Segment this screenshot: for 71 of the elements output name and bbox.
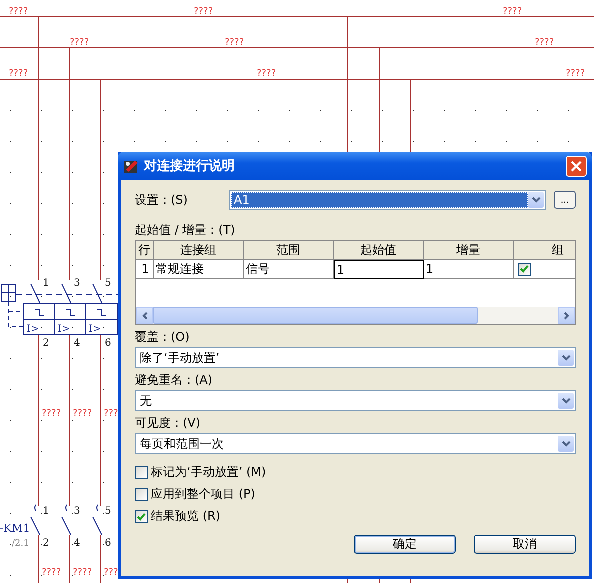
table-label: 起始值 / 增量：(T) xyxy=(135,222,236,238)
trip-label: I> xyxy=(58,324,70,335)
terminal-number: 5 xyxy=(105,506,112,517)
browse-button[interactable]: ... xyxy=(554,191,576,209)
checkbox-label: 应用到整个项目 (P) xyxy=(151,486,256,503)
dropdown[interactable]: 除了‘手动放置’ xyxy=(135,347,576,368)
device-tag: -KM1 xyxy=(0,522,30,535)
table-cell: 1 xyxy=(424,260,514,279)
app-icon xyxy=(123,158,139,174)
settings-dropdown[interactable]: A1 xyxy=(229,190,546,210)
dropdown-label: 避免重名：(A) xyxy=(135,372,214,388)
horizontal-scrollbar[interactable] xyxy=(136,307,575,324)
terminal-number: 4 xyxy=(74,538,80,549)
wire-label: ???? xyxy=(503,7,522,17)
dropdown-label: 覆盖：(O) xyxy=(135,329,191,345)
dialog-button[interactable]: 取消 xyxy=(474,535,576,554)
dropdown-label: 可见度：(V) xyxy=(135,415,202,431)
checkbox-label: 标记为‘手动放置’ (M) xyxy=(151,464,266,481)
checkbox[interactable] xyxy=(135,466,148,479)
column-header[interactable]: 起始值 xyxy=(334,241,424,260)
wire-label: ???? xyxy=(257,69,276,79)
wire-label: ???? xyxy=(225,38,244,48)
wire-label: ???? xyxy=(42,568,62,578)
checkbox-label: 结果预览 (R) xyxy=(151,508,221,525)
settings-label: 设置：(S) xyxy=(135,192,189,208)
close-icon xyxy=(571,160,582,172)
terminal-number: 1 xyxy=(43,278,50,289)
device-reference: /2.1 xyxy=(12,539,30,549)
wire-label: ???? xyxy=(73,568,92,578)
scrollbar-thumb[interactable] xyxy=(153,307,478,324)
wire-label: ???? xyxy=(9,69,28,79)
scroll-left-button[interactable] xyxy=(136,307,153,324)
terminal-number: 3 xyxy=(74,506,80,517)
terminal-number: 4 xyxy=(74,338,80,349)
wire-label: ??? xyxy=(104,568,118,578)
terminal-number: 2 xyxy=(43,538,50,549)
dropdown[interactable]: 无 xyxy=(135,390,576,411)
table-cell: 1 xyxy=(334,260,424,279)
window-title: 对连接进行说明 xyxy=(144,158,236,175)
trip-label: I> xyxy=(27,324,40,335)
scroll-right-button[interactable] xyxy=(558,307,575,324)
group-checkbox[interactable] xyxy=(518,262,531,276)
column-header[interactable]: 连接组 xyxy=(154,241,244,260)
column-header[interactable]: 增量 xyxy=(424,241,514,260)
checkbox[interactable] xyxy=(135,510,148,523)
close-button[interactable] xyxy=(566,156,587,176)
wire-label: ??? xyxy=(104,409,118,419)
terminal-number: 6 xyxy=(105,338,112,349)
checkbox[interactable] xyxy=(135,488,148,501)
table-cell: 1 xyxy=(136,260,154,279)
column-header[interactable]: 行 xyxy=(136,241,154,260)
table-cell: 信号 xyxy=(244,260,334,279)
wire-label: ???? xyxy=(535,38,554,48)
settings-value: A1 xyxy=(231,192,528,208)
terminal-number: 3 xyxy=(74,278,80,289)
wire-label: ???? xyxy=(566,69,586,79)
wire-label: ???? xyxy=(70,38,90,48)
terminal-number: 5 xyxy=(105,278,112,289)
wire-label: ???? xyxy=(9,7,28,17)
column-header[interactable]: 组 xyxy=(514,241,575,260)
terminal-number: 1 xyxy=(43,506,50,517)
terminal-number: 6 xyxy=(105,538,112,549)
trip-label: I> xyxy=(89,324,102,335)
wire-label: ???? xyxy=(194,7,214,17)
wire-label: ???? xyxy=(42,409,62,419)
table-cell: 常规连接 xyxy=(154,260,244,279)
dropdown[interactable]: 每页和范围一次 xyxy=(135,433,576,454)
dialog-button[interactable]: 确定 xyxy=(354,535,456,554)
terminal-number: 2 xyxy=(43,338,50,349)
wire-label: ???? xyxy=(73,409,92,419)
column-header[interactable]: 范围 xyxy=(244,241,334,260)
